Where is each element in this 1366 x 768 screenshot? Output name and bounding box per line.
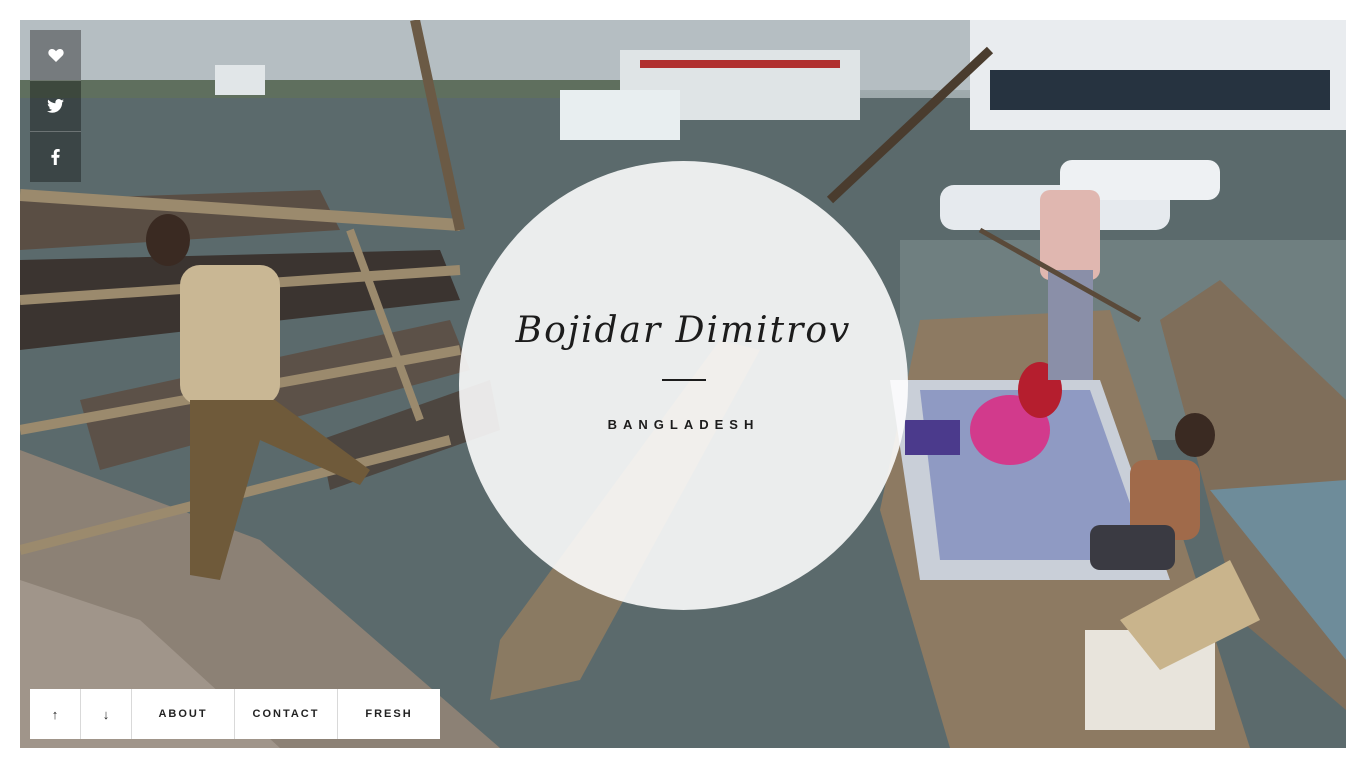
page-title: Bojidar Dimitrov bbox=[515, 309, 852, 351]
fresh-link[interactable]: FRESH bbox=[338, 689, 440, 739]
arrow-up-icon: ↑ bbox=[51, 706, 59, 722]
twitter-icon bbox=[47, 99, 64, 113]
heart-icon bbox=[47, 48, 64, 62]
contact-link[interactable]: CONTACT bbox=[235, 689, 338, 739]
like-button[interactable] bbox=[30, 30, 81, 81]
title-divider bbox=[661, 378, 706, 381]
facebook-share-button[interactable] bbox=[30, 132, 81, 182]
next-button[interactable]: ↓ bbox=[81, 689, 132, 739]
arrow-down-icon: ↓ bbox=[102, 706, 110, 722]
bottom-nav: ↑ ↓ ABOUT CONTACT FRESH bbox=[30, 689, 440, 739]
about-link[interactable]: ABOUT bbox=[132, 689, 235, 739]
twitter-share-button[interactable] bbox=[30, 81, 81, 132]
facebook-icon bbox=[51, 149, 60, 165]
location-subtitle: BANGLADESH bbox=[607, 416, 760, 432]
share-bar bbox=[30, 30, 81, 182]
title-overlay: Bojidar Dimitrov BANGLADESH bbox=[459, 161, 908, 610]
previous-button[interactable]: ↑ bbox=[30, 689, 81, 739]
